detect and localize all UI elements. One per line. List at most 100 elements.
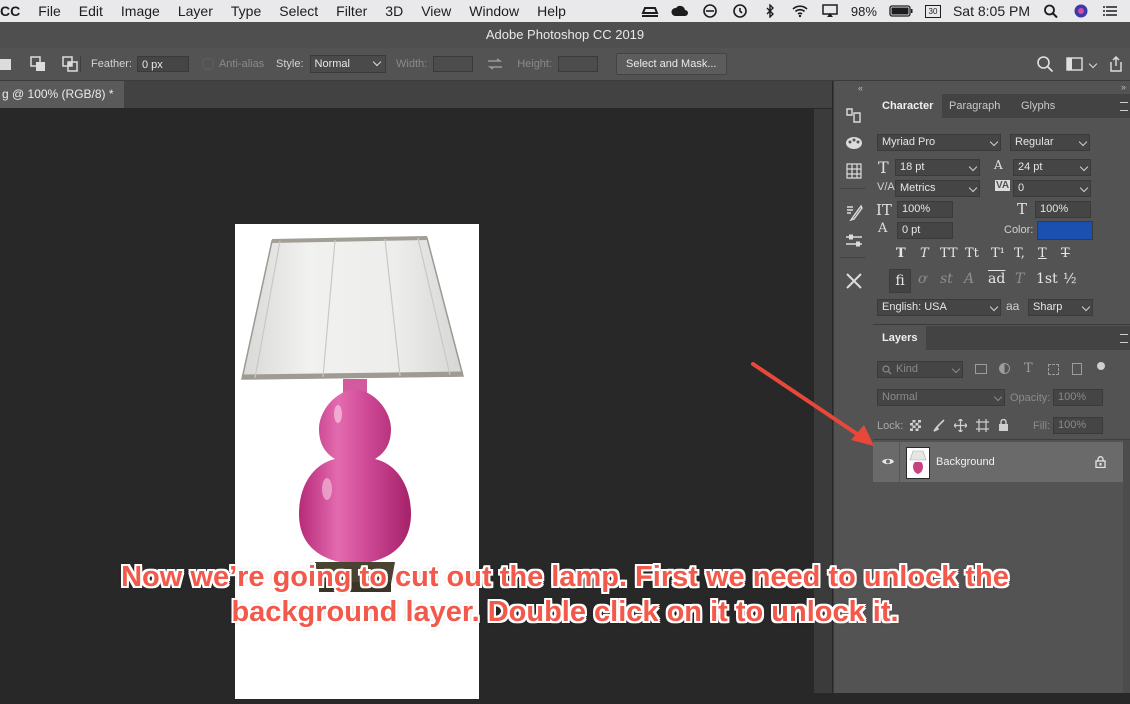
old-style-button[interactable]: ơ: [918, 271, 926, 287]
filter-kind-select[interactable]: Kind: [877, 361, 963, 378]
layer-name[interactable]: Background: [936, 456, 995, 468]
workspace-icon[interactable]: [1066, 56, 1084, 72]
app-menu[interactable]: CC: [0, 3, 29, 19]
share-icon[interactable]: [1108, 56, 1124, 72]
menu-view[interactable]: View: [412, 3, 460, 19]
swap-icon[interactable]: [487, 58, 503, 70]
panel-menu-icon[interactable]: [1120, 334, 1128, 343]
superscript-button[interactable]: T¹: [991, 246, 1005, 261]
ligatures-button[interactable]: fi: [889, 269, 911, 293]
layer-lock-icon[interactable]: [1095, 456, 1106, 468]
faux-bold-button[interactable]: T: [896, 246, 906, 261]
calendar-icon[interactable]: 30: [924, 4, 941, 18]
lock-pixels-brush-icon[interactable]: [932, 419, 945, 432]
stylistic-alternates-button[interactable]: ad: [988, 271, 1005, 287]
select-and-mask-button[interactable]: Select and Mask...: [616, 53, 727, 75]
bluetooth-icon[interactable]: [761, 4, 779, 18]
battery-icon[interactable]: [889, 5, 913, 17]
menu-select[interactable]: Select: [270, 3, 327, 19]
adjustment-filter-icon[interactable]: [999, 363, 1010, 374]
blend-mode-select[interactable]: Normal: [877, 389, 1005, 406]
swatches-grid-icon[interactable]: [843, 161, 865, 181]
fill-input[interactable]: 100%: [1053, 417, 1103, 434]
font-size-select[interactable]: 18 pt: [895, 159, 980, 176]
tracking-select[interactable]: 0: [1013, 180, 1091, 197]
all-caps-button[interactable]: TT: [940, 246, 958, 261]
stack-icon[interactable]: [641, 4, 659, 18]
search-icon[interactable]: [1036, 55, 1054, 73]
lock-transparent-icon[interactable]: [910, 420, 921, 431]
siri-icon[interactable]: [1072, 4, 1090, 18]
menu-window[interactable]: Window: [460, 3, 528, 19]
style-select[interactable]: Normal: [309, 55, 386, 73]
titling-alternates-button[interactable]: T: [1015, 271, 1024, 287]
lock-artboard-icon[interactable]: [976, 419, 989, 432]
collapse-arrows-icon[interactable]: «: [858, 83, 863, 93]
strikethrough-button[interactable]: T: [1061, 246, 1070, 261]
creative-cloud-icon[interactable]: [671, 4, 689, 18]
leading-select[interactable]: 24 pt: [1013, 159, 1091, 176]
filter-toggle-icon[interactable]: [1097, 362, 1105, 370]
language-select[interactable]: English: USA: [877, 299, 1001, 316]
lock-all-icon[interactable]: [998, 419, 1009, 432]
subscript-button[interactable]: T,: [1014, 246, 1025, 261]
lock-position-move-icon[interactable]: [954, 419, 967, 432]
horizontal-scale-input[interactable]: 100%: [1035, 201, 1091, 218]
menu-3d[interactable]: 3D: [376, 3, 412, 19]
collapse-arrows-icon[interactable]: »: [1121, 82, 1126, 92]
type-filter-icon[interactable]: T: [1024, 361, 1033, 376]
menu-clock[interactable]: Sat 8:05 PM: [953, 3, 1030, 19]
tab-glyphs[interactable]: Glyphs: [1012, 94, 1064, 118]
menu-file[interactable]: File: [29, 3, 70, 19]
tab-paragraph[interactable]: Paragraph: [940, 94, 1009, 118]
menu-help[interactable]: Help: [528, 3, 575, 19]
history-icon[interactable]: [843, 106, 865, 126]
wifi-icon[interactable]: [791, 4, 809, 18]
antialias-checkbox[interactable]: [201, 58, 214, 70]
text-color-swatch[interactable]: [1037, 221, 1093, 240]
color-palette-icon[interactable]: [843, 133, 865, 153]
discretionary-ligatures-button[interactable]: st: [940, 271, 953, 287]
font-family-select[interactable]: Myriad Pro: [877, 134, 1001, 151]
layer-row-background[interactable]: Background: [873, 442, 1123, 482]
notification-center-icon[interactable]: [1102, 4, 1120, 18]
shape-filter-icon[interactable]: [1048, 364, 1059, 375]
subtract-from-selection-icon[interactable]: [62, 56, 78, 72]
chevron-down-icon[interactable]: [1088, 59, 1098, 69]
circle-slash-icon[interactable]: [701, 4, 719, 18]
feather-input[interactable]: 0 px: [136, 56, 189, 72]
search-icon[interactable]: [1042, 4, 1060, 18]
swash-button[interactable]: A: [964, 271, 974, 287]
tab-layers[interactable]: Layers: [873, 326, 927, 350]
height-input[interactable]: [558, 56, 599, 72]
antialias-select[interactable]: Sharp: [1028, 299, 1093, 316]
menu-type[interactable]: Type: [222, 3, 270, 19]
airplay-icon[interactable]: [821, 4, 839, 18]
visibility-eye-icon[interactable]: [881, 457, 895, 466]
width-input[interactable]: [433, 56, 474, 72]
ordinals-button[interactable]: 1st: [1036, 271, 1058, 287]
pixel-filter-icon[interactable]: [975, 364, 987, 374]
document-tab[interactable]: g @ 100% (RGB/8) *: [0, 81, 124, 108]
underline-button[interactable]: T: [1038, 246, 1047, 261]
font-style-select[interactable]: Regular: [1010, 134, 1090, 151]
panel-menu-icon[interactable]: [1120, 102, 1128, 111]
small-caps-button[interactable]: Tt: [965, 246, 979, 261]
tools-icon[interactable]: [843, 271, 865, 291]
fractions-button[interactable]: ½: [1063, 271, 1077, 287]
menu-image[interactable]: Image: [112, 3, 169, 19]
kerning-select[interactable]: Metrics: [895, 180, 980, 197]
opacity-input[interactable]: 100%: [1053, 389, 1103, 406]
adjustments-icon[interactable]: [843, 231, 865, 251]
add-to-selection-icon[interactable]: [30, 56, 46, 72]
faux-italic-button[interactable]: T: [920, 246, 929, 261]
smart-object-filter-icon[interactable]: [1072, 363, 1082, 375]
vertical-scale-input[interactable]: 100%: [897, 201, 953, 218]
menu-layer[interactable]: Layer: [169, 3, 222, 19]
time-machine-icon[interactable]: [731, 4, 749, 18]
baseline-shift-input[interactable]: 0 pt: [897, 222, 953, 239]
tab-character[interactable]: Character: [873, 94, 943, 118]
brush-settings-icon[interactable]: [843, 203, 865, 223]
menu-edit[interactable]: Edit: [70, 3, 112, 19]
menu-filter[interactable]: Filter: [327, 3, 376, 19]
